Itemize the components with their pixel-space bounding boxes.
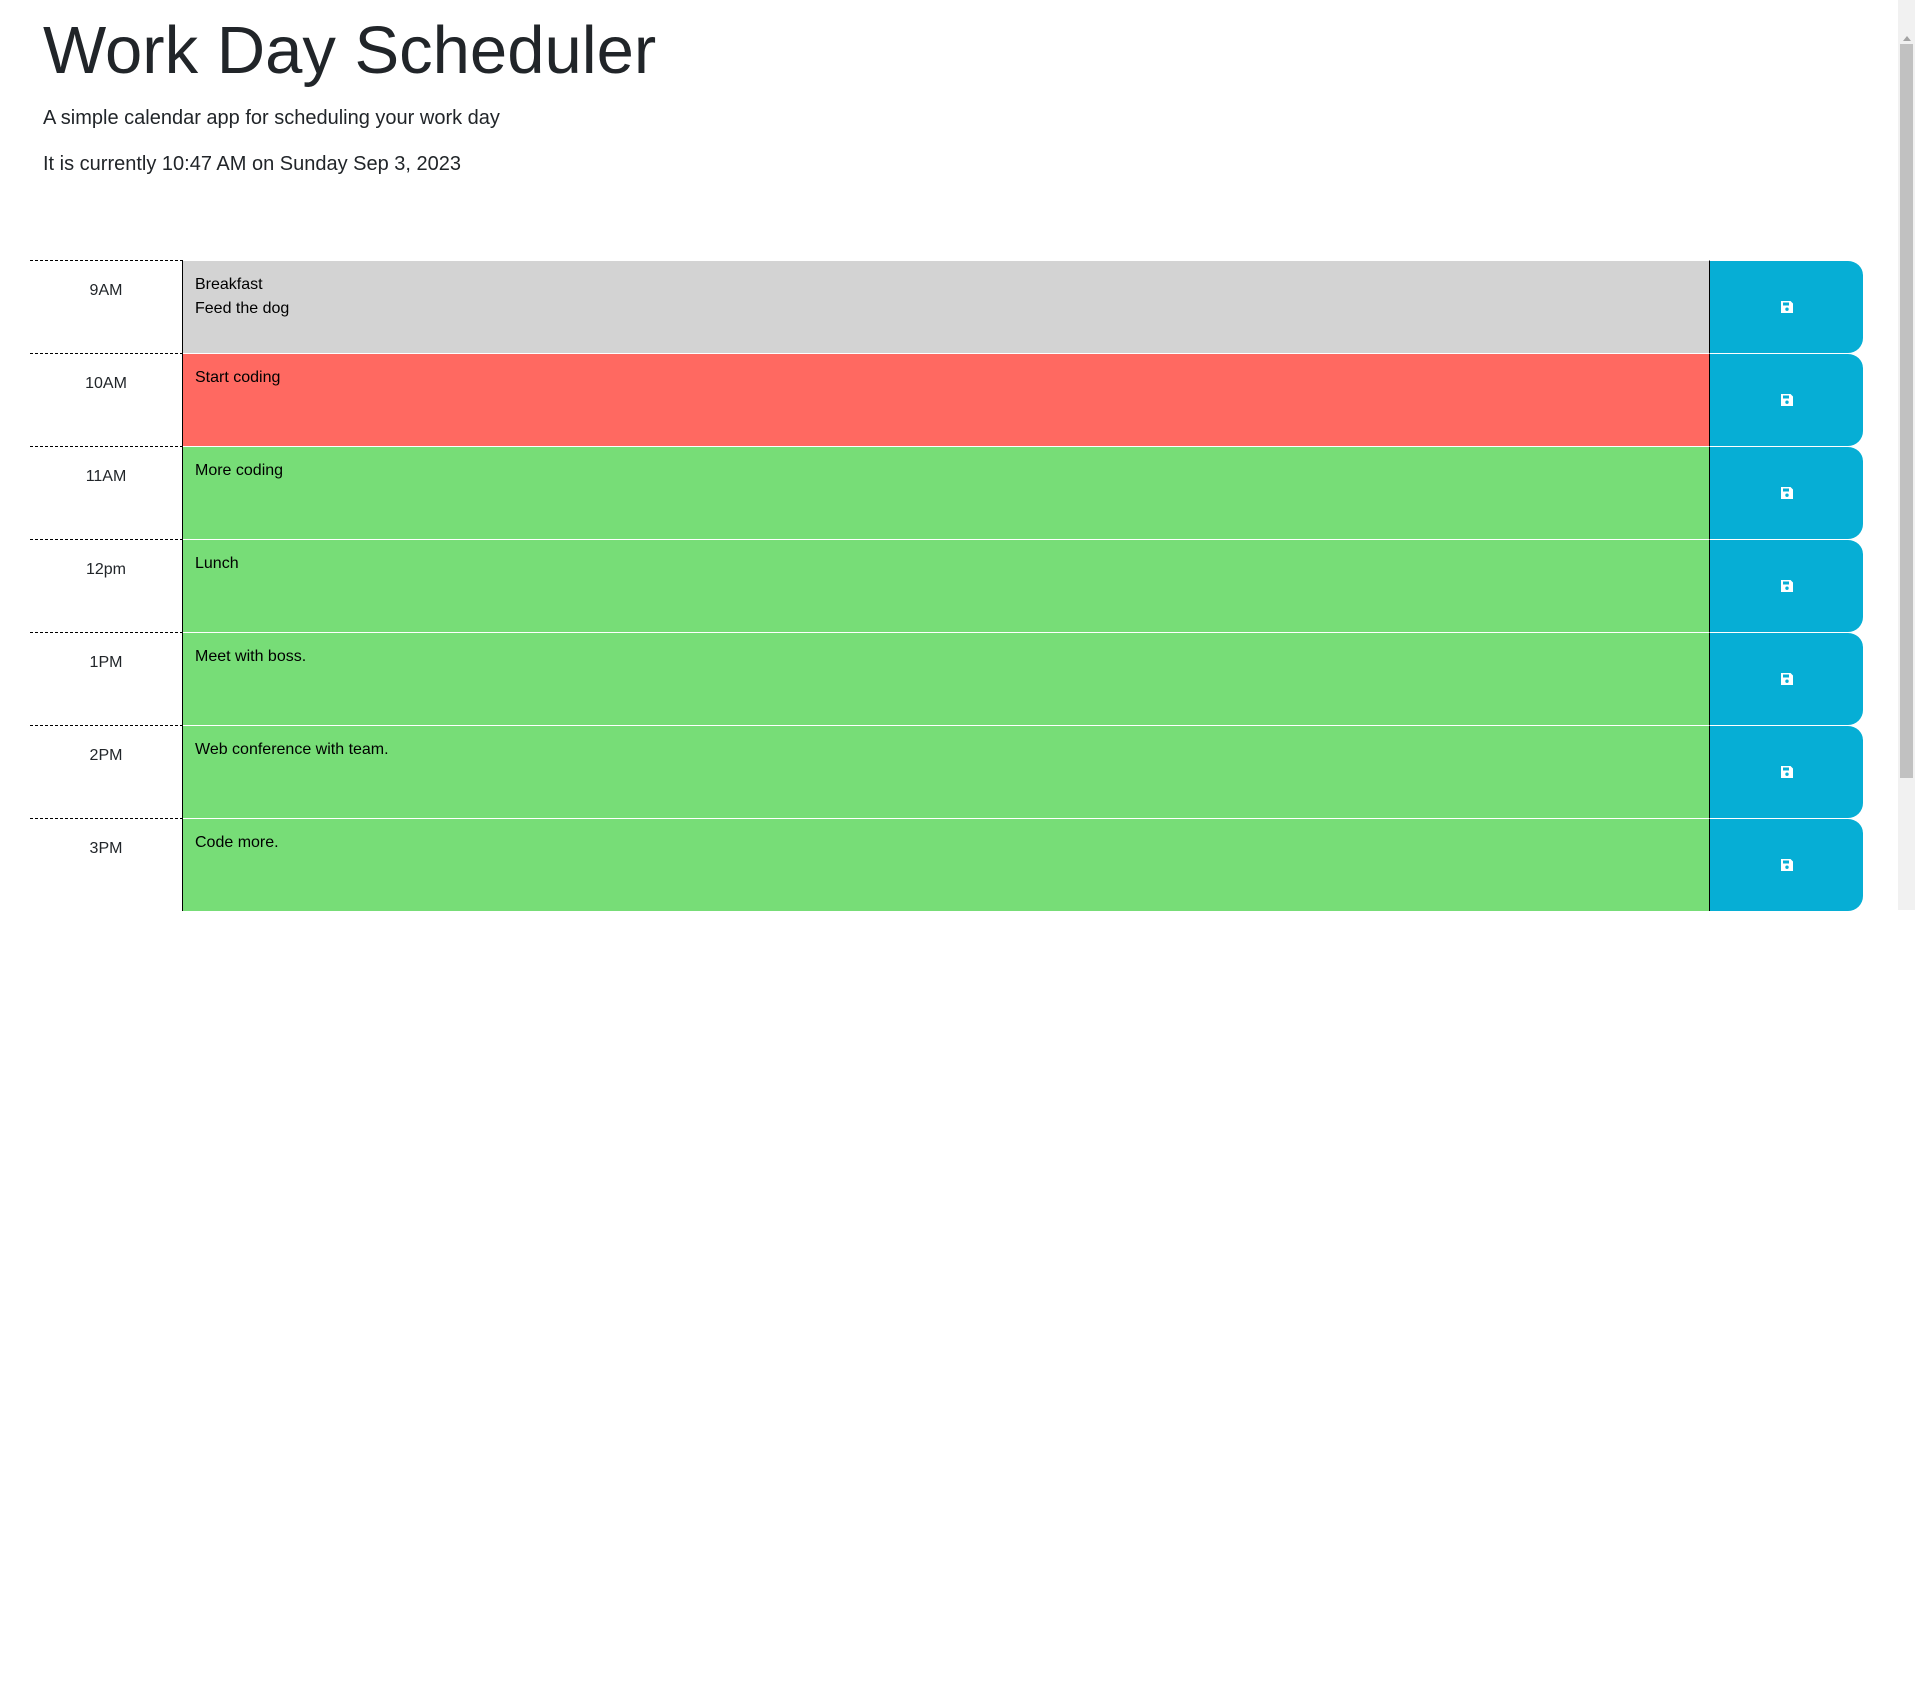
description-textarea[interactable]: Breakfast Feed the dog <box>183 260 1710 353</box>
page-title: Work Day Scheduler <box>43 13 657 88</box>
hour-label: 9AM <box>30 260 183 353</box>
floppy-disk-icon <box>1780 300 1794 314</box>
floppy-disk-icon <box>1780 579 1794 593</box>
time-block: 12pm Lunch <box>30 539 1863 632</box>
hour-label: 1PM <box>30 632 183 725</box>
floppy-disk-icon <box>1780 486 1794 500</box>
header: Work Day Scheduler A simple calendar app… <box>43 0 656 176</box>
hour-label: 3PM <box>30 818 183 911</box>
current-time: It is currently 10:47 AM on Sunday Sep 3… <box>43 153 462 175</box>
save-button[interactable] <box>1710 446 1863 539</box>
scrollbar-thumb[interactable] <box>1900 44 1913 778</box>
time-block: 9AM Breakfast Feed the dog <box>30 260 1863 353</box>
description-textarea[interactable]: Start coding <box>183 353 1710 446</box>
hour-label: 2PM <box>30 725 183 818</box>
hour-label: 11AM <box>30 446 183 539</box>
time-block: 11AM More coding <box>30 446 1863 539</box>
save-button[interactable] <box>1710 818 1863 911</box>
save-button[interactable] <box>1710 353 1863 446</box>
save-button[interactable] <box>1710 260 1863 353</box>
page-lead: A simple calendar app for scheduling you… <box>43 107 500 129</box>
save-button[interactable] <box>1710 539 1863 632</box>
floppy-disk-icon <box>1780 393 1794 407</box>
floppy-disk-icon <box>1780 672 1794 686</box>
floppy-disk-icon <box>1780 858 1794 872</box>
floppy-disk-icon <box>1780 765 1794 779</box>
description-textarea[interactable]: Lunch <box>183 539 1710 632</box>
page: Work Day Scheduler A simple calendar app… <box>0 0 1915 1702</box>
save-button[interactable] <box>1710 725 1863 818</box>
schedule: 9AM Breakfast Feed the dog 10AM Start co… <box>30 260 1863 911</box>
time-block: 2PM Web conference with team. <box>30 725 1863 818</box>
time-block: 3PM Code more. <box>30 818 1863 911</box>
description-textarea[interactable]: More coding <box>183 446 1710 539</box>
save-button[interactable] <box>1710 632 1863 725</box>
hour-label: 10AM <box>30 353 183 446</box>
time-block: 10AM Start coding <box>30 353 1863 446</box>
description-textarea[interactable]: Web conference with team. <box>183 725 1710 818</box>
description-textarea[interactable]: Meet with boss. <box>183 632 1710 725</box>
scroll-up-arrow-icon[interactable] <box>1903 36 1911 41</box>
time-block: 1PM Meet with boss. <box>30 632 1863 725</box>
hour-label: 12pm <box>30 539 183 632</box>
description-textarea[interactable]: Code more. <box>183 818 1710 911</box>
